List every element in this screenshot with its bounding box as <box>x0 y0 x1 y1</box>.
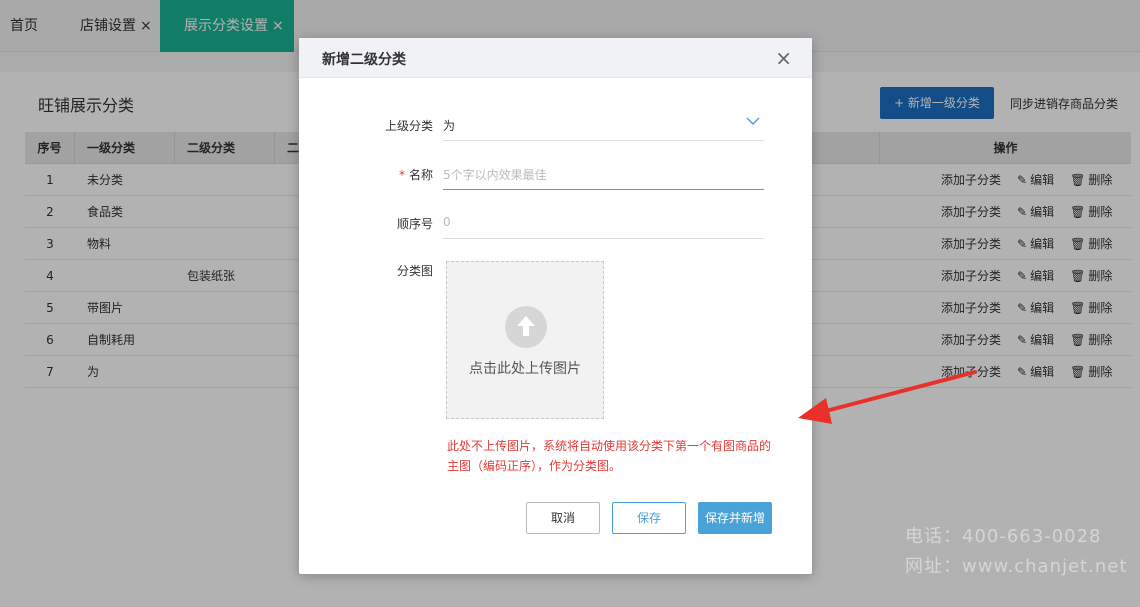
annotation-arrow-icon <box>798 370 977 424</box>
